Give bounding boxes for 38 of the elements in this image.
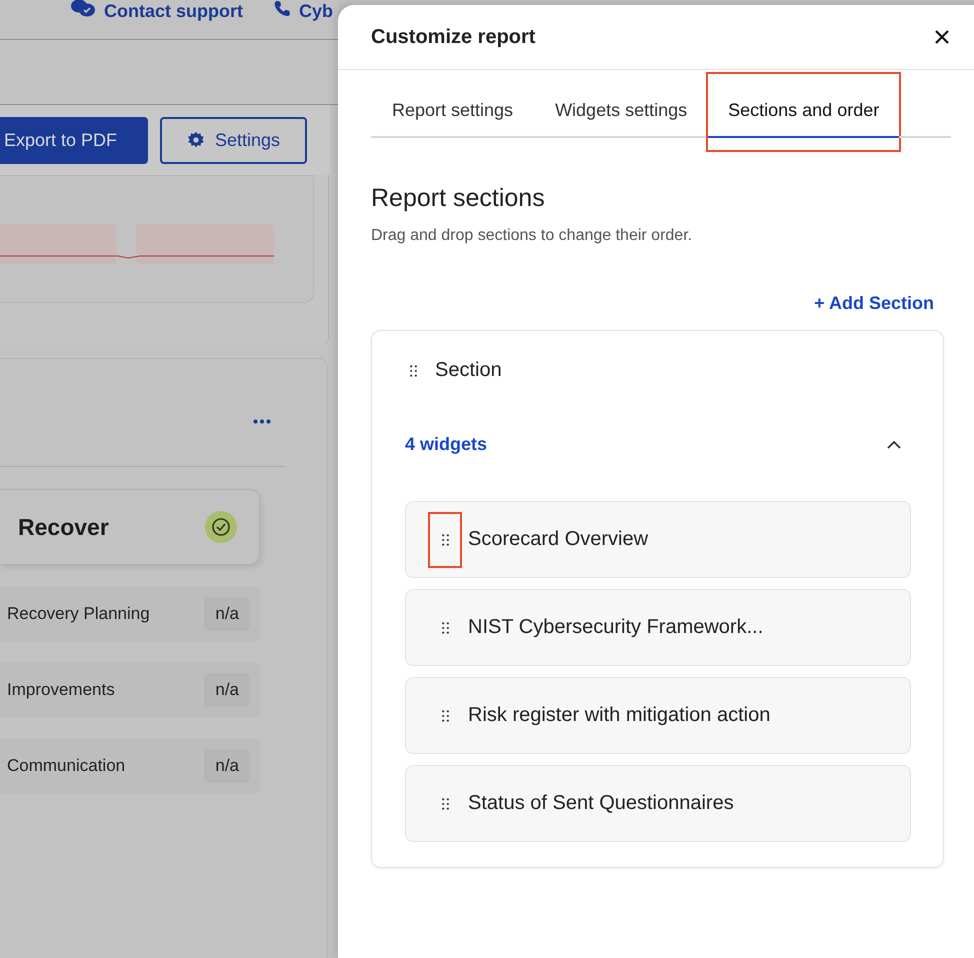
widget-item[interactable]: Risk register with mitigation action xyxy=(405,677,911,754)
category-name: Recovery Planning xyxy=(7,604,150,624)
card-title: Recover xyxy=(18,514,109,540)
more-icon[interactable] xyxy=(253,419,271,424)
tab[interactable]: Sections and order xyxy=(708,88,900,138)
section-title: Section xyxy=(435,359,502,382)
drag-handle-icon[interactable] xyxy=(442,534,448,546)
widget-name: Scorecard Overview xyxy=(468,528,648,551)
widget-item[interactable]: NIST Cybersecurity Framework... xyxy=(405,589,911,666)
widget-item[interactable]: Status of Sent Questionnaires xyxy=(405,765,911,842)
widget-name: NIST Cybersecurity Framework... xyxy=(468,616,764,639)
tab[interactable]: Report settings xyxy=(371,88,534,138)
gear-icon xyxy=(186,131,205,149)
section-heading: Report sections xyxy=(371,184,546,213)
toolbar-button[interactable]: Export to PDF xyxy=(0,116,148,164)
chevron-icon[interactable] xyxy=(887,440,901,448)
category-name: Communication xyxy=(7,756,126,776)
toolbar-button[interactable]: Settings xyxy=(160,116,307,164)
drag-handle-icon[interactable] xyxy=(442,798,448,810)
widget-count-toggle[interactable]: 4 widgets xyxy=(405,434,488,455)
score-badge: n/a xyxy=(204,597,250,631)
drag-handle-icon[interactable] xyxy=(410,364,417,376)
category-name: Improvements xyxy=(7,680,115,700)
drawer-title: Customize report xyxy=(371,26,536,48)
add-section-link[interactable]: + Add Section xyxy=(814,293,934,314)
widget-name: Risk register with mitigation action xyxy=(468,704,770,727)
close-icon[interactable] xyxy=(935,30,949,44)
drag-handle-icon[interactable] xyxy=(442,710,448,722)
header-link[interactable]: Cyb xyxy=(299,1,334,22)
hint-text: Drag and drop sections to change their order. xyxy=(371,227,694,245)
drag-handle-icon[interactable] xyxy=(442,622,448,634)
phone-icon xyxy=(273,0,291,18)
tab[interactable]: Widgets settings xyxy=(534,88,708,138)
header-link[interactable]: Contact support xyxy=(104,1,243,22)
widget-item[interactable]: Scorecard Overview xyxy=(405,501,911,578)
widget-name: Status of Sent Questionnaires xyxy=(468,792,734,815)
score-badge: n/a xyxy=(204,673,250,707)
score-badge: n/a xyxy=(204,749,250,783)
